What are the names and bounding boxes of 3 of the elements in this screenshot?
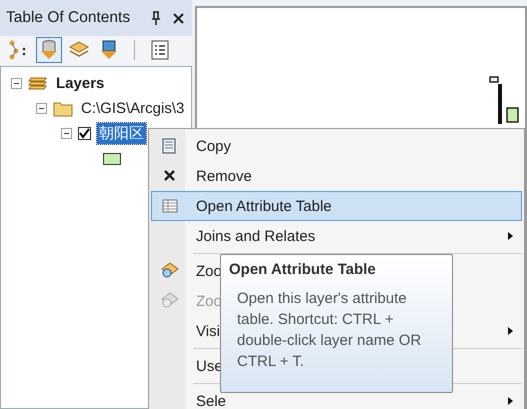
tooltip-title: Open Attribute Table [229, 261, 377, 278]
panel-title: Table Of Contents [6, 9, 132, 27]
tooltip-text: Open this layer's attribute table. Shortcut: CTRL + double-click layer name OR CTRL + T. [236, 289, 422, 372]
